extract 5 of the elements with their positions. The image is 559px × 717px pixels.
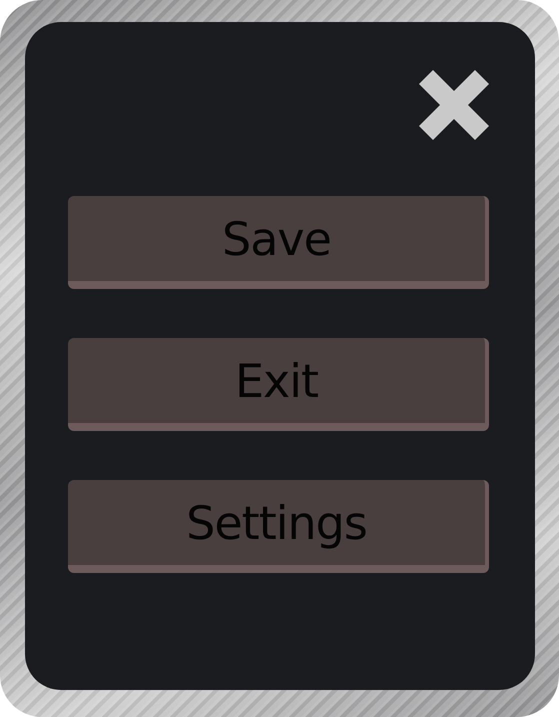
close-icon — [419, 70, 489, 140]
menu-button[interactable]: Exit — [68, 338, 489, 431]
close-button[interactable] — [419, 70, 489, 140]
menu-button[interactable]: Save — [68, 196, 489, 289]
menu-button[interactable]: Settings — [68, 480, 489, 573]
